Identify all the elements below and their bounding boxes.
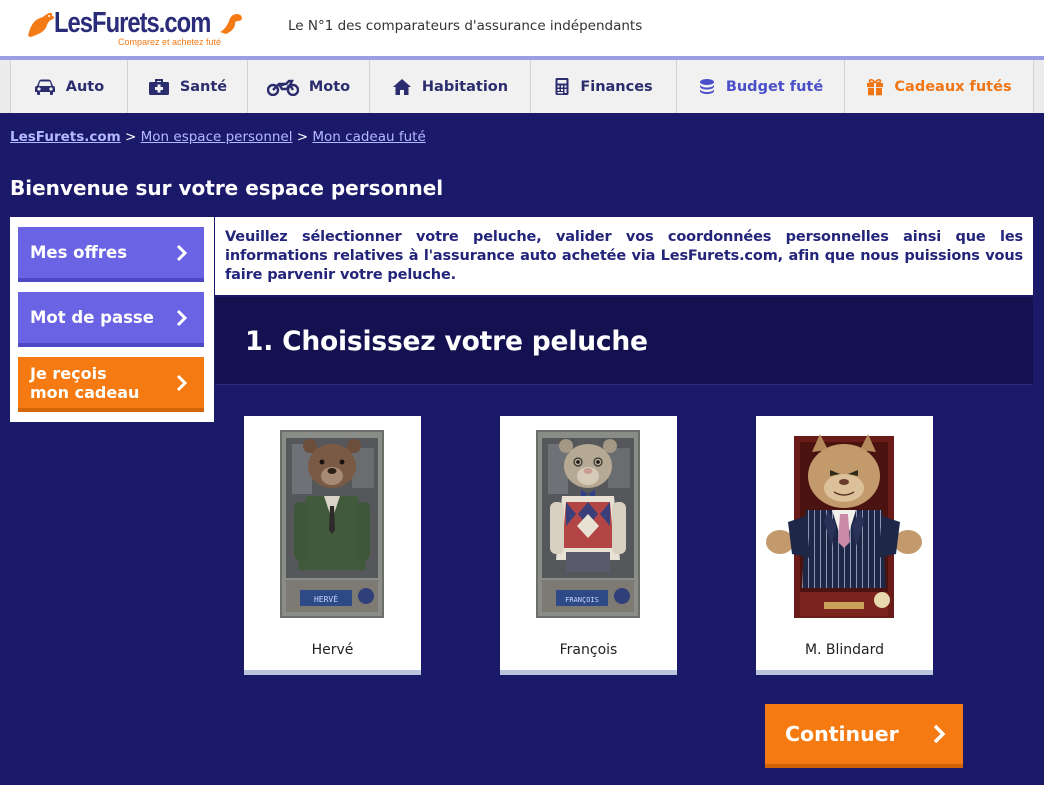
main-nav: Auto Santé Moto Habitation Finances Budg…: [0, 56, 1044, 113]
plush-box-label: FRANÇOIS: [565, 596, 599, 604]
nav-label: Cadeaux futés: [894, 78, 1012, 95]
nav-item-moto[interactable]: Moto: [248, 60, 370, 113]
nav-item-sante[interactable]: Santé: [128, 60, 248, 113]
logo-text: LesFurets.com: [54, 7, 211, 39]
account-sidebar: Mes offres Mot de passe Je reçois mon ca…: [10, 217, 214, 422]
car-icon: [34, 79, 55, 95]
plush-francois-image: FRANÇOIS: [536, 430, 640, 618]
section-header: 1. Choisissez votre peluche: [215, 297, 1033, 385]
ferret-logo-icon: [28, 12, 55, 38]
nav-item-auto[interactable]: Auto: [10, 60, 128, 113]
intro-text: Veuillez sélectionner votre peluche, val…: [215, 217, 1033, 295]
sidebar-item-mot-de-passe[interactable]: Mot de passe: [18, 292, 204, 347]
motorcycle-icon: [266, 79, 299, 96]
plush-name: François: [559, 642, 618, 658]
sidebar-item-je-recois-mon-cadeau[interactable]: Je reçois mon cadeau: [18, 357, 204, 412]
sidebar-item-label-line1: Je reçois: [30, 363, 107, 383]
nav-item-cadeaux-futes[interactable]: Cadeaux futés: [845, 60, 1034, 113]
chevron-right-icon: [933, 724, 946, 744]
page-title: Bienvenue sur votre espace personnel: [10, 176, 444, 200]
site-logo[interactable]: LesFurets.com Comparez et achetez futé: [26, 8, 246, 48]
breadcrumb: LesFurets.com > Mon espace personnel > M…: [10, 129, 426, 145]
chevron-right-icon: [176, 374, 188, 391]
header-tagline: Le N°1 des comparateurs d'assurance indé…: [288, 18, 643, 34]
breadcrumb-separator: >: [296, 129, 309, 145]
sidebar-item-mes-offres[interactable]: Mes offres: [18, 227, 204, 282]
plush-box-label: HERVÉ: [314, 593, 338, 604]
nav-item-habitation[interactable]: Habitation: [370, 60, 531, 113]
sidebar-item-label-line2: mon cadeau: [30, 382, 140, 402]
medical-kit-icon: [148, 78, 169, 95]
sidebar-item-label: Je reçois mon cadeau: [30, 364, 139, 402]
breadcrumb-home-link[interactable]: LesFurets.com: [10, 129, 121, 145]
chevron-right-icon: [176, 244, 188, 261]
coins-icon: [699, 78, 714, 94]
nav-label: Auto: [65, 78, 105, 95]
section-title: 1. Choisissez votre peluche: [245, 326, 648, 357]
continue-label: Continuer: [785, 722, 899, 746]
plush-name: Hervé: [311, 642, 354, 658]
house-icon: [392, 78, 411, 95]
nav-item-budget-fute[interactable]: Budget futé: [677, 60, 845, 113]
breadcrumb-link-espace[interactable]: Mon espace personnel: [141, 129, 293, 145]
nav-label: Moto: [308, 78, 351, 95]
sidebar-item-label: Mes offres: [30, 243, 128, 262]
nav-label: Finances: [580, 78, 653, 95]
continue-button[interactable]: Continuer: [765, 704, 963, 768]
plush-name: M. Blindard: [804, 642, 885, 658]
ferret-logo-tail-icon: [220, 14, 242, 34]
sidebar-item-label: Mot de passe: [30, 308, 154, 327]
nav-label: Habitation: [421, 78, 509, 95]
plush-m-blindard-image: [766, 430, 922, 618]
breadcrumb-separator: >: [125, 129, 137, 145]
breadcrumb-link-cadeau[interactable]: Mon cadeau futé: [312, 129, 425, 145]
plush-card-francois[interactable]: FRANÇOIS François: [500, 416, 677, 675]
nav-item-finances[interactable]: Finances: [531, 60, 677, 113]
nav-label: Budget futé: [725, 78, 824, 95]
plush-herve-image: HERVÉ: [280, 430, 384, 618]
site-header: LesFurets.com Comparez et achetez futé L…: [0, 0, 1044, 56]
plush-card-m-blindard[interactable]: M. Blindard: [756, 416, 933, 675]
calculator-icon: [555, 78, 569, 95]
logo-subtitle: Comparez et achetez futé: [118, 37, 222, 47]
chevron-right-icon: [176, 309, 188, 326]
plush-card-herve[interactable]: HERVÉ Hervé: [244, 416, 421, 675]
nav-label: Santé: [179, 78, 228, 95]
gift-icon: [867, 78, 884, 95]
